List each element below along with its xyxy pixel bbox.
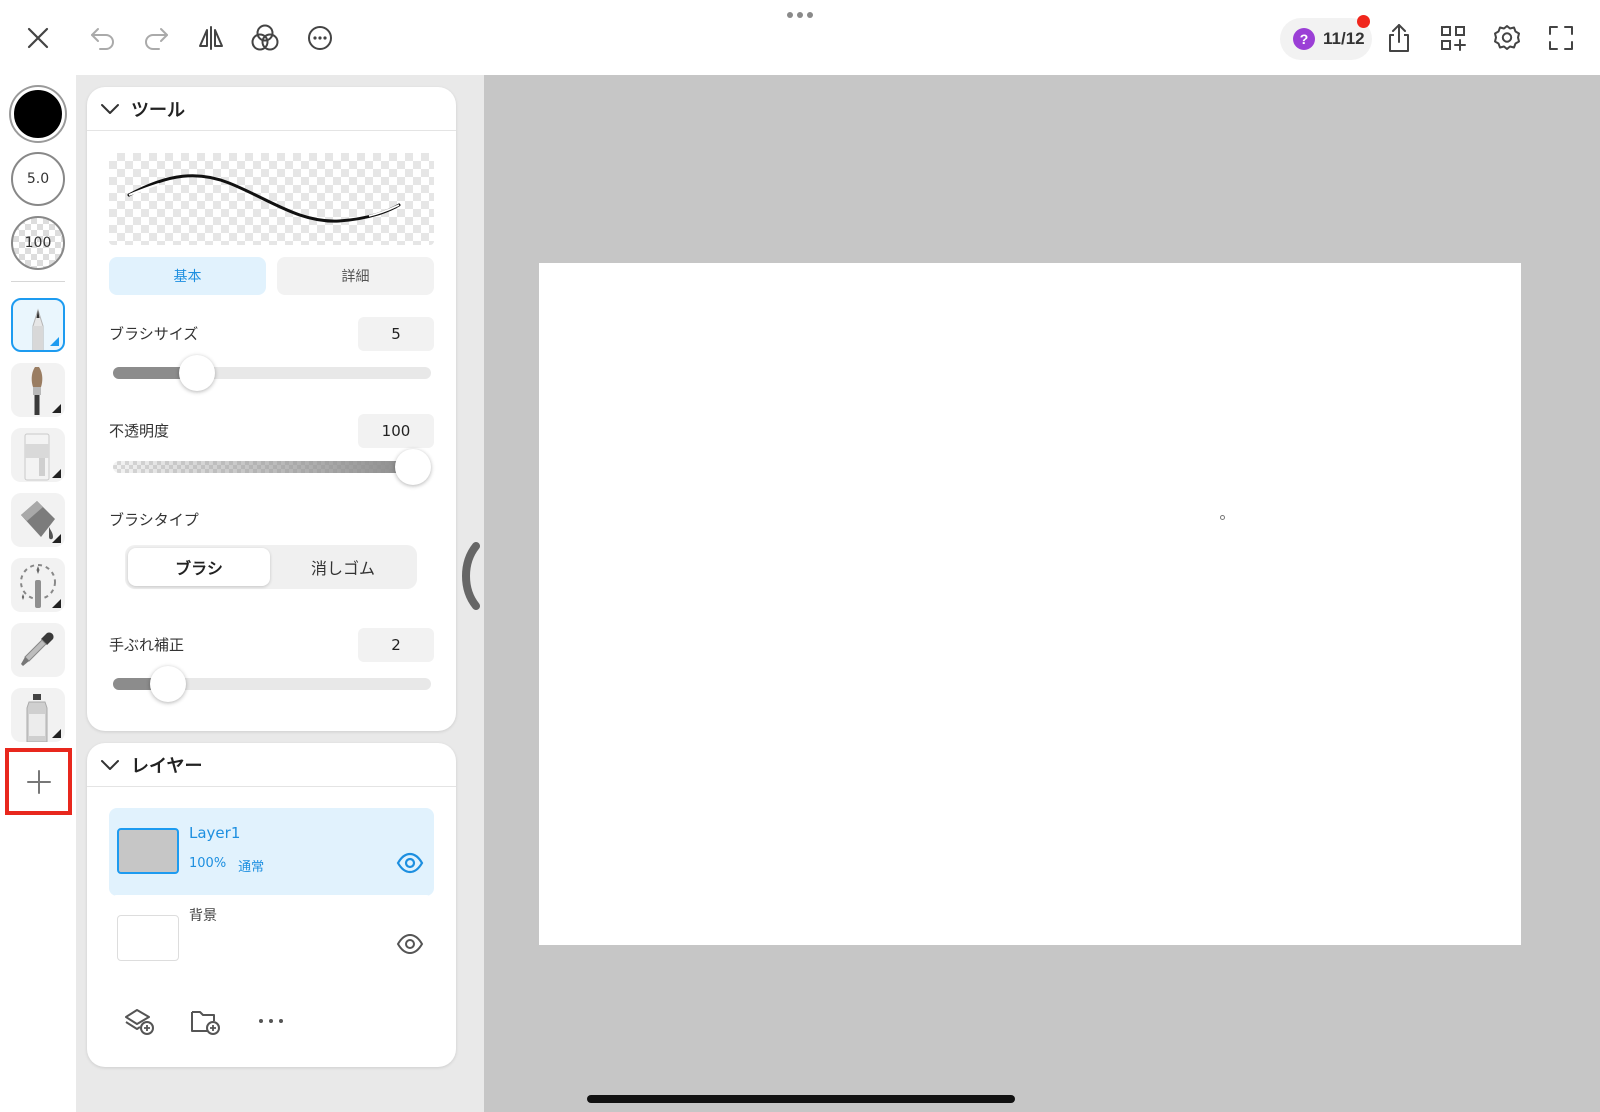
- opacity-value[interactable]: 100: [358, 414, 434, 448]
- rail-divider: [11, 281, 65, 282]
- brush-opacity-button[interactable]: 100: [11, 216, 65, 270]
- brush-size-button[interactable]: 5.0: [11, 152, 65, 206]
- brush-type-label: ブラシタイプ: [109, 511, 199, 529]
- layer-name: 背景: [189, 908, 217, 924]
- brush-type-segmented-control: ブラシ 消しゴム: [125, 545, 417, 589]
- gear-icon[interactable]: [1485, 16, 1529, 60]
- brush-size-label: ブラシサイズ: [109, 325, 199, 343]
- drawing-canvas[interactable]: [539, 263, 1521, 945]
- brush-type-brush[interactable]: ブラシ: [128, 548, 270, 586]
- close-icon[interactable]: [16, 16, 60, 60]
- brush-color-button[interactable]: [11, 87, 65, 141]
- question-icon: ?: [1293, 28, 1315, 50]
- flip-icon[interactable]: [189, 16, 233, 60]
- redo-icon[interactable]: [134, 16, 178, 60]
- brush-size-slider[interactable]: [113, 355, 431, 391]
- eraser-tool-button[interactable]: [11, 428, 65, 482]
- tool-panel: ツール 基本 詳細 ブラシサイズ 5 不透明度 100 ブラシタイプ ブラシ 消…: [87, 87, 456, 731]
- home-indicator: [587, 1095, 1015, 1103]
- more-icon[interactable]: [298, 16, 342, 60]
- opacity-slider-knob[interactable]: [395, 449, 431, 485]
- layer-panel-header[interactable]: レイヤー: [87, 743, 456, 787]
- layer-blend-mode: 通常: [238, 860, 265, 875]
- tool-panel-header[interactable]: ツール: [87, 87, 456, 131]
- opacity-label: 不透明度: [109, 422, 170, 440]
- stabilizer-slider[interactable]: [113, 666, 431, 702]
- layer-thumbnail: [117, 828, 179, 874]
- brush-size-slider-knob[interactable]: [179, 355, 215, 391]
- tab-detail[interactable]: 詳細: [277, 257, 434, 295]
- tab-basic[interactable]: 基本: [109, 257, 266, 295]
- selection-tool-button[interactable]: [11, 558, 65, 612]
- layer-opacity: 100%: [189, 856, 227, 871]
- opacity-slider[interactable]: [113, 449, 431, 485]
- cursor-dot: [1220, 515, 1225, 520]
- help-progress-badge[interactable]: ? 11/12: [1280, 15, 1372, 60]
- undo-icon[interactable]: [81, 16, 125, 60]
- chevron-down-icon: [101, 103, 119, 114]
- fill-bucket-tool-button[interactable]: [11, 493, 65, 547]
- grid-add-icon[interactable]: [1431, 16, 1475, 60]
- layer-name: Layer1: [189, 824, 241, 842]
- layer-more-button[interactable]: [255, 1005, 287, 1037]
- brush-stroke-preview: [109, 153, 434, 245]
- window-grabber[interactable]: [785, 12, 815, 22]
- eye-icon[interactable]: [396, 933, 424, 955]
- fullscreen-icon[interactable]: [1539, 16, 1583, 60]
- notification-dot: [1357, 15, 1370, 28]
- pen-tool-button[interactable]: [11, 298, 65, 352]
- add-layer-button[interactable]: [123, 1005, 155, 1037]
- spray-tool-button[interactable]: [11, 688, 65, 742]
- add-tool-button[interactable]: [5, 748, 72, 815]
- add-folder-button[interactable]: [189, 1005, 221, 1037]
- blend-icon[interactable]: [243, 16, 287, 60]
- stabilizer-label: 手ぶれ補正: [109, 636, 185, 654]
- panel-collapse-handle[interactable]: [461, 542, 480, 610]
- brush-size-value[interactable]: 5: [358, 317, 434, 351]
- help-count: 11/12: [1323, 29, 1365, 48]
- tool-panel-title: ツール: [131, 99, 185, 121]
- brush-type-eraser[interactable]: 消しゴム: [272, 548, 414, 586]
- chevron-down-icon: [101, 759, 119, 770]
- eye-icon[interactable]: [396, 852, 424, 874]
- eyedropper-tool-button[interactable]: [11, 623, 65, 677]
- add-layer-icon: [125, 1009, 154, 1035]
- layer-meta: 100% 通常: [189, 856, 264, 875]
- paintbrush-tool-button[interactable]: [11, 363, 65, 417]
- layer-actions: [123, 1005, 287, 1037]
- plus-icon: [26, 769, 51, 794]
- add-folder-icon: [191, 1011, 220, 1035]
- eyedropper-tool-icon: [21, 632, 54, 666]
- layer-panel-title: レイヤー: [131, 755, 203, 777]
- tool-rail: 5.0 100: [0, 75, 76, 1112]
- share-icon[interactable]: [1377, 16, 1421, 60]
- layer-row-layer1[interactable]: Layer1 100% 通常: [109, 808, 434, 896]
- top-toolbar: ? 11/12: [0, 0, 1600, 75]
- layer-thumbnail: [117, 915, 179, 961]
- stabilizer-value[interactable]: 2: [358, 628, 434, 662]
- layer-row-background[interactable]: 背景: [109, 895, 434, 983]
- layer-panel: レイヤー Layer1 100% 通常 背景: [87, 743, 456, 1067]
- more-icon: [259, 1019, 283, 1023]
- stabilizer-slider-knob[interactable]: [150, 666, 186, 702]
